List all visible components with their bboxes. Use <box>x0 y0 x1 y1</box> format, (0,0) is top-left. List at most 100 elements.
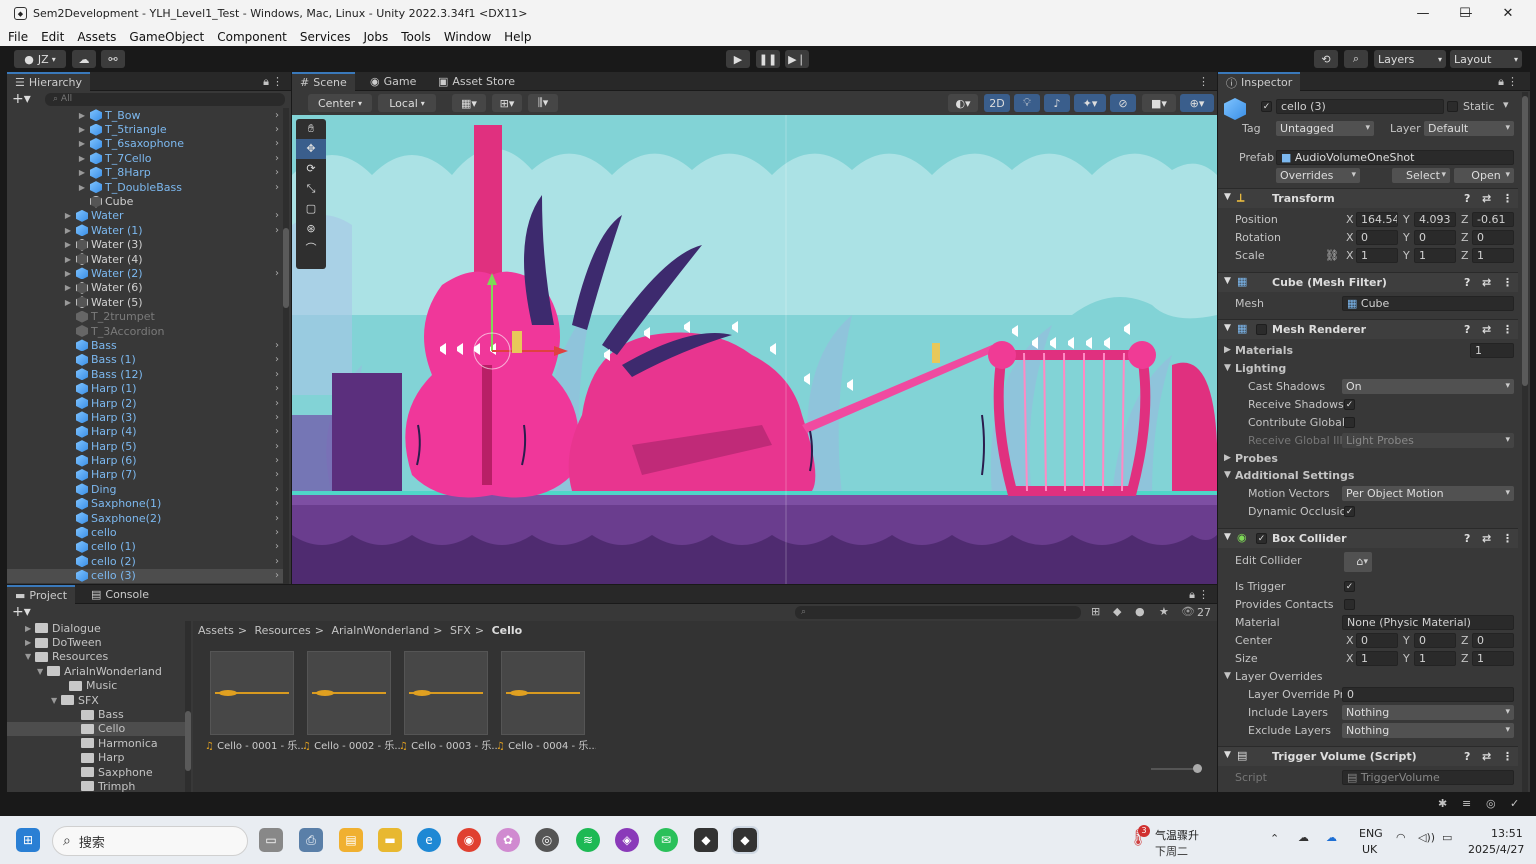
preset-icon[interactable]: ⇄ <box>1482 750 1491 763</box>
hierarchy-item[interactable]: ▶ T_Bow › <box>7 108 283 122</box>
static-checkbox[interactable] <box>1447 101 1458 112</box>
hierarchy-item[interactable]: ▶ Water (4) <box>7 252 283 266</box>
transform-tool-icon[interactable]: ⊛ <box>296 219 326 239</box>
pivot-dropdown[interactable]: Center ▾ <box>308 94 372 112</box>
pause-button[interactable]: ❚❚ <box>756 50 780 68</box>
hierarchy-item[interactable]: ▶ T_7Cello › <box>7 151 283 165</box>
layout-dropdown[interactable]: Layout ▾ <box>1450 50 1522 68</box>
account-dropdown[interactable]: ● JZ ▾ <box>14 50 66 68</box>
audio-clip-label[interactable]: ♫ Cello - 0002 - 乐... <box>302 737 402 752</box>
breadcrumb-cello[interactable]: Cello <box>492 624 523 637</box>
materials-count-field[interactable]: 1 <box>1470 343 1514 358</box>
audio-clip-thumbnail[interactable] <box>307 651 391 735</box>
space-dropdown[interactable]: Local ▾ <box>378 94 436 112</box>
close-button[interactable]: ✕ <box>1487 0 1529 27</box>
more-icon[interactable]: ⋮ <box>1502 276 1513 289</box>
chrome-browser-icon[interactable]: ◉ <box>457 828 481 852</box>
mesh-renderer-header[interactable]: ▼ ▦ Mesh Renderer ? ⇄ ⋮ <box>1218 319 1518 339</box>
materials-label[interactable]: Materials <box>1235 344 1293 357</box>
project-folder-item[interactable]: ▼ ArialnWonderland <box>7 664 187 678</box>
lock-icon[interactable]: 🔒︎ <box>1498 75 1504 89</box>
github-icon[interactable]: ◎ <box>535 828 559 852</box>
move-tool-icon[interactable]: ✥ <box>296 139 326 159</box>
hierarchy-item[interactable]: T_3Accordion <box>7 324 283 338</box>
notes-app-icon[interactable]: ▤ <box>339 828 363 852</box>
probes-label[interactable]: Probes <box>1235 452 1278 465</box>
hierarchy-item[interactable]: cello › <box>7 525 283 539</box>
chevron-right-icon[interactable]: › <box>275 167 279 178</box>
camera-icon[interactable]: ■▾ <box>1142 94 1176 112</box>
stack-icon[interactable]: ≡ <box>1462 797 1471 810</box>
windows-start-icon[interactable]: ⊞ <box>16 828 40 852</box>
expand-arrow-icon[interactable]: ▶ <box>63 255 73 264</box>
tab-asset-store[interactable]: ▣ Asset Store <box>430 72 523 91</box>
expand-arrow-icon[interactable]: ▼ <box>51 696 61 705</box>
receive-global-dropdown[interactable]: Light Probes <box>1342 433 1514 448</box>
size-x-field[interactable]: 1 <box>1356 651 1398 666</box>
material-field[interactable]: None (Physic Material) <box>1342 615 1514 630</box>
history-icon[interactable]: ⟲ <box>1314 50 1338 68</box>
chevron-right-icon[interactable]: › <box>275 412 279 423</box>
chevron-right-icon[interactable]: › <box>275 225 279 236</box>
check-icon[interactable]: ✓ <box>1510 797 1519 810</box>
chevron-right-icon[interactable]: › <box>275 210 279 221</box>
hierarchy-item[interactable]: Bass (1) › <box>7 353 283 367</box>
menu-edit[interactable]: Edit <box>41 30 64 44</box>
layers-dropdown[interactable]: Layers ▾ <box>1374 50 1446 68</box>
project-folder-item[interactable]: Harmonica <box>7 736 187 750</box>
rotation-z-field[interactable]: 0 <box>1472 230 1514 245</box>
mesh-filter-header[interactable]: ▼ ▦ Cube (Mesh Filter) ? ⇄ ⋮ <box>1218 272 1518 292</box>
onedrive-blue-icon[interactable]: ☁ <box>1326 831 1337 844</box>
inspector-scrollbar[interactable] <box>1522 92 1528 792</box>
menu-services[interactable]: Services <box>300 30 351 44</box>
hierarchy-item[interactable]: ▶ T_8Harp › <box>7 166 283 180</box>
hierarchy-item[interactable]: Harp (3) › <box>7 410 283 424</box>
is-trigger-checkbox[interactable]: ✓ <box>1344 581 1355 592</box>
hierarchy-item[interactable]: Harp (5) › <box>7 439 283 453</box>
battery-icon[interactable]: ▭ <box>1442 831 1452 844</box>
more-icon[interactable]: ⋮ <box>272 75 283 88</box>
project-folder-item[interactable]: ▼ Resources <box>7 650 187 664</box>
project-folder-item[interactable]: Saxphone <box>7 765 187 779</box>
prefab-select-button[interactable]: Select <box>1392 168 1450 183</box>
expand-arrow-icon[interactable]: ▼ <box>25 652 35 661</box>
chevron-right-icon[interactable]: › <box>275 484 279 495</box>
favorite-icon[interactable]: ★ <box>1159 605 1169 618</box>
lighting-label[interactable]: Lighting <box>1235 362 1286 375</box>
chevron-right-icon[interactable]: › <box>275 124 279 135</box>
unity-editor-icon[interactable]: ◆ <box>731 826 759 854</box>
hierarchy-scrollbar[interactable] <box>283 108 289 584</box>
cast-shadows-dropdown[interactable]: On <box>1342 379 1514 394</box>
tag-dropdown[interactable]: Untagged <box>1276 121 1374 136</box>
hierarchy-search-input[interactable]: ⌕ All <box>45 93 285 106</box>
breadcrumb-assets[interactable]: Assets <box>198 624 234 637</box>
file-explorer-icon[interactable]: ▬ <box>378 828 402 852</box>
menu-component[interactable]: Component <box>217 30 287 44</box>
exclude-layers-dropdown[interactable]: Nothing <box>1342 723 1514 738</box>
project-tree-scrollbar[interactable] <box>185 621 191 792</box>
lighting-icon[interactable]: 💡︎ <box>1014 94 1040 112</box>
preset-icon[interactable]: ⇄ <box>1482 323 1491 336</box>
language-label[interactable]: ENG <box>1359 827 1383 840</box>
expand-arrow-icon[interactable]: ▶ <box>63 298 73 307</box>
region-label[interactable]: UK <box>1362 843 1377 856</box>
hierarchy-item[interactable]: cello (3) › <box>7 568 283 583</box>
task-view-icon[interactable]: ▭ <box>259 828 283 852</box>
weather-temp[interactable]: 气温骤升 <box>1155 827 1199 843</box>
cache-icon[interactable]: ◎ <box>1486 797 1496 810</box>
chevron-down-icon[interactable]: ▾ <box>1503 98 1509 111</box>
trigger-volume-header[interactable]: ▼ ▤ Trigger Volume (Script) ? ⇄ ⋮ <box>1218 746 1518 766</box>
minimize-button-2[interactable]: — <box>1402 0 1444 27</box>
link-icon[interactable]: ⛓︎ <box>1325 249 1339 262</box>
onedrive-icon[interactable]: ☁ <box>1298 831 1309 844</box>
center-y-field[interactable]: 0 <box>1414 633 1456 648</box>
more-icon[interactable]: ⋮ <box>1502 192 1513 205</box>
position-x-field[interactable]: 164.54 <box>1356 212 1398 227</box>
chevron-right-icon[interactable]: › <box>275 354 279 365</box>
hierarchy-item[interactable]: ▶ T_6saxophone › <box>7 137 283 151</box>
shading-mode-icon[interactable]: ◐▾ <box>948 94 978 112</box>
chevron-right-icon[interactable]: › <box>275 383 279 394</box>
hierarchy-item[interactable]: ▶ T_DoubleBass › <box>7 180 283 194</box>
tab-game[interactable]: ◉ Game <box>362 72 424 91</box>
tab-inspector[interactable]: ⓘ Inspector <box>1218 72 1301 91</box>
